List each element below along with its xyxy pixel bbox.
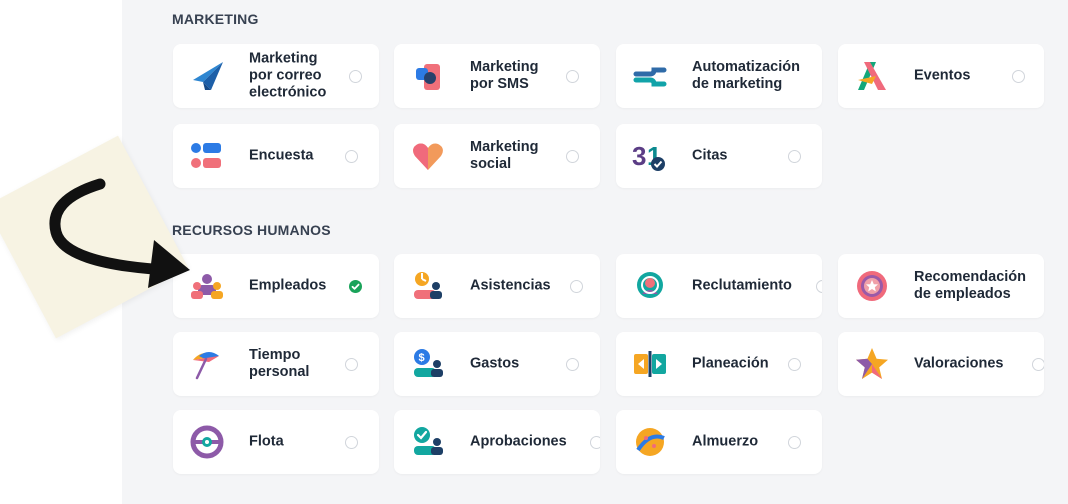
app-card-survey[interactable]: Encuesta <box>173 124 379 188</box>
approvals-icon <box>410 424 446 460</box>
app-radio-appraisals[interactable] <box>1032 358 1044 371</box>
star-icon <box>854 346 890 382</box>
app-label-appointments: Citas <box>692 147 728 164</box>
app-card-marketing-automation[interactable]: Automatización de marketing <box>616 44 822 108</box>
app-label-recruitment: Reclutamiento <box>692 277 792 294</box>
app-card-expenses[interactable]: $ Gastos <box>394 332 600 396</box>
app-radio-employees-checked[interactable] <box>349 280 362 293</box>
app-card-approvals[interactable]: Aprobaciones <box>394 410 600 474</box>
events-icon <box>854 58 890 94</box>
recruitment-icon <box>632 268 668 304</box>
expenses-icon: $ <box>410 346 446 382</box>
app-radio-survey[interactable] <box>345 150 358 163</box>
app-label-events: Eventos <box>914 67 971 84</box>
app-label-employees: Empleados <box>249 277 327 294</box>
app-radio-time-off[interactable] <box>345 358 358 371</box>
app-label-sms-marketing: Marketing por SMS <box>470 59 539 92</box>
app-card-employees[interactable]: Empleados <box>173 254 379 318</box>
app-label-attendance: Asistencias <box>470 277 551 294</box>
umbrella-icon <box>189 346 225 382</box>
app-card-social-marketing[interactable]: Marketing social <box>394 124 600 188</box>
app-card-appraisals[interactable]: Valoraciones <box>838 332 1044 396</box>
app-card-email-marketing[interactable]: Marketing por correo electrónico <box>173 44 379 108</box>
app-label-email-marketing: Marketing por correo electrónico <box>249 50 327 101</box>
apps-panel: MARKETING RECURSOS HUMANOS Marketing por… <box>122 0 1068 504</box>
app-radio-planning[interactable] <box>788 358 801 371</box>
app-card-time-off[interactable]: Tiempo personal <box>173 332 379 396</box>
app-label-employee-referral: Recomendación de empleados <box>914 269 1026 302</box>
app-radio-attendance[interactable] <box>570 280 583 293</box>
app-label-lunch: Almuerzo <box>692 433 759 450</box>
app-label-survey: Encuesta <box>249 147 314 164</box>
attendance-icon <box>410 268 446 304</box>
app-radio-fleet[interactable] <box>345 436 358 449</box>
app-radio-sms-marketing[interactable] <box>566 70 579 83</box>
app-radio-recruitment[interactable] <box>816 280 822 293</box>
app-label-marketing-automation: Automatización de marketing <box>692 59 800 92</box>
section-title-marketing: MARKETING <box>172 11 259 27</box>
paper-plane-icon <box>189 58 225 94</box>
calendar-31-icon: 31 <box>632 138 668 174</box>
survey-icon <box>189 138 225 174</box>
app-card-events[interactable]: Eventos <box>838 44 1044 108</box>
app-card-sms-marketing[interactable]: Marketing por SMS <box>394 44 600 108</box>
app-card-attendance[interactable]: Asistencias <box>394 254 600 318</box>
automation-icon <box>632 58 668 94</box>
app-label-approvals: Aprobaciones <box>470 433 567 450</box>
app-radio-social-marketing[interactable] <box>566 150 579 163</box>
app-label-planning: Planeación <box>692 355 769 372</box>
app-card-planning[interactable]: Planeación <box>616 332 822 396</box>
app-card-employee-referral[interactable]: Recomendación de empleados <box>838 254 1044 318</box>
app-radio-expenses[interactable] <box>566 358 579 371</box>
app-label-time-off: Tiempo personal <box>249 347 310 380</box>
app-label-social-marketing: Marketing social <box>470 139 539 172</box>
app-card-appointments[interactable]: 31 Citas <box>616 124 822 188</box>
app-card-fleet[interactable]: Flota <box>173 410 379 474</box>
app-card-lunch[interactable]: Almuerzo <box>616 410 822 474</box>
app-label-fleet: Flota <box>249 433 284 450</box>
svg-text:$: $ <box>419 352 425 364</box>
planning-icon <box>632 346 668 382</box>
steering-wheel-icon <box>189 424 225 460</box>
referral-icon <box>854 268 890 304</box>
app-radio-approvals[interactable] <box>590 436 600 449</box>
app-chooser-page: MARKETING RECURSOS HUMANOS Marketing por… <box>0 0 1068 504</box>
check-icon <box>351 283 360 290</box>
heart-icon <box>410 138 446 174</box>
app-radio-appointments[interactable] <box>788 150 801 163</box>
app-radio-lunch[interactable] <box>788 436 801 449</box>
lunch-icon <box>632 424 668 460</box>
svg-text:3: 3 <box>632 141 646 171</box>
app-card-recruitment[interactable]: Reclutamiento <box>616 254 822 318</box>
app-radio-email-marketing[interactable] <box>349 70 362 83</box>
app-label-expenses: Gastos <box>470 355 520 372</box>
sms-icon <box>410 58 446 94</box>
app-label-appraisals: Valoraciones <box>914 355 1004 372</box>
app-radio-events[interactable] <box>1012 70 1025 83</box>
curved-arrow-icon <box>49 178 190 288</box>
